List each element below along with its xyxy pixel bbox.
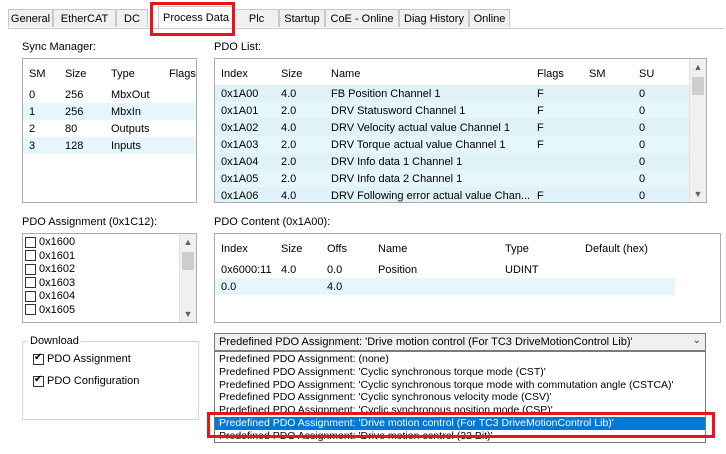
table-row[interactable]: 0x6000:11 4.0 0.0 Position UDINT xyxy=(215,261,675,278)
pdo-content-label: PDO Content (0x1A00): xyxy=(214,216,331,228)
list-item[interactable]: 0x1600 xyxy=(25,236,75,250)
list-item[interactable]: 0x1604 xyxy=(25,290,75,304)
chevron-down-icon: ⌄ xyxy=(692,335,701,346)
tab-general[interactable]: General xyxy=(8,9,53,27)
pdo-assignment-option[interactable]: PDO Assignment xyxy=(33,352,131,365)
tab-online[interactable]: Online xyxy=(469,9,510,27)
pdo-assignment-scrollbar[interactable]: ▲ ▼ xyxy=(179,234,196,322)
download-label: Download xyxy=(28,335,81,347)
checkbox[interactable] xyxy=(25,304,36,316)
list-item[interactable]: 0x1602 xyxy=(25,263,75,277)
tab-ethercat[interactable]: EtherCAT xyxy=(53,9,116,27)
pdo-list-table[interactable]: Index Size Name Flags SM SU 0x1A00 4.0 FB … xyxy=(214,58,707,203)
checkbox-checked[interactable] xyxy=(33,352,44,365)
table-row[interactable]: 0x1A05 2.0 DRV Info data 2 Channel 10 xyxy=(215,170,689,187)
pdo-content-table[interactable]: Index Size Offs Name Type Default (hex) … xyxy=(214,233,721,323)
table-row[interactable]: 2 80 Outputs xyxy=(23,120,196,137)
table-row[interactable]: 0x1A04 2.0 DRV Info data 1 Channel 10 xyxy=(215,153,689,170)
scroll-down-icon[interactable]: ▼ xyxy=(180,306,196,322)
tab-diag-history[interactable]: Diag History xyxy=(399,9,469,27)
checkbox[interactable] xyxy=(25,263,36,275)
annotation-highlight-option xyxy=(207,412,715,438)
list-item[interactable]: 0x1605 xyxy=(25,304,75,318)
scroll-up-icon[interactable]: ▲ xyxy=(690,59,706,75)
predefined-pdo-select[interactable]: Predefined PDO Assignment: 'Drive motion… xyxy=(214,333,706,351)
sync-manager-label: Sync Manager: xyxy=(22,41,96,53)
tab-plc[interactable]: Plc xyxy=(234,9,279,27)
checkbox[interactable] xyxy=(25,236,36,248)
list-item[interactable]: 0x1601 xyxy=(25,250,75,264)
tab-dc[interactable]: DC xyxy=(116,9,148,27)
dropdown-option[interactable]: Predefined PDO Assignment: (none) xyxy=(215,353,705,366)
pdo-configuration-option[interactable]: PDO Configuration xyxy=(33,374,139,387)
tab-coe-online[interactable]: CoE - Online xyxy=(325,9,399,27)
table-row[interactable]: 1 256 MbxIn xyxy=(23,103,196,120)
list-item[interactable]: 0x1603 xyxy=(25,277,75,291)
scroll-down-icon[interactable]: ▼ xyxy=(690,186,706,202)
table-row[interactable]: 0x1A00 4.0 FB Position Channel 1F0 xyxy=(215,85,689,102)
dropdown-option[interactable]: Predefined PDO Assignment: 'Cyclic synch… xyxy=(215,366,705,379)
table-row[interactable]: 0x1A06 4.0 DRV Following error actual valu… xyxy=(215,187,689,202)
pdo-assignment-list[interactable]: 0x1600 0x1601 0x1602 0x1603 0x1604 0x160… xyxy=(22,233,197,323)
checkbox-checked[interactable] xyxy=(33,374,44,387)
table-row[interactable]: 0.0 4.0 xyxy=(215,278,675,295)
scroll-up-icon[interactable]: ▲ xyxy=(180,234,196,250)
checkbox[interactable] xyxy=(25,250,36,262)
table-row[interactable]: 0x1A03 2.0 DRV Torque actual value Channel… xyxy=(215,136,689,153)
scroll-thumb[interactable] xyxy=(692,77,704,95)
table-row[interactable]: 0x1A01 2.0 DRV Statusword Channel 1F0 xyxy=(215,102,689,119)
dropdown-option[interactable]: Predefined PDO Assignment: 'Cyclic synch… xyxy=(215,391,705,404)
sync-manager-table[interactable]: SM Size Type Flags 0 256 MbxOut 1 256 MbxIn … xyxy=(22,58,197,203)
tab-startup[interactable]: Startup xyxy=(279,9,325,27)
pdo-assignment-label: PDO Assignment (0x1C12): xyxy=(22,216,158,228)
table-header: Index Size Offs Name Type Default (hex) xyxy=(221,242,648,255)
dropdown-option[interactable]: Predefined PDO Assignment: 'Cyclic synch… xyxy=(215,379,705,392)
table-row[interactable]: 3 128 Inputs xyxy=(23,137,196,154)
table-header: SM Size Type Flags xyxy=(29,67,196,80)
checkbox[interactable] xyxy=(25,290,36,302)
pdo-list-label: PDO List: xyxy=(214,41,262,53)
pdo-list-scrollbar[interactable]: ▲ ▼ xyxy=(689,59,706,202)
scroll-thumb[interactable] xyxy=(182,252,194,270)
table-row[interactable]: 0 256 MbxOut xyxy=(23,86,196,103)
table-row[interactable]: 0x1A02 4.0 DRV Velocity actual value Chann… xyxy=(215,119,689,136)
annotation-highlight-tab xyxy=(150,2,235,36)
checkbox[interactable] xyxy=(25,277,36,289)
table-header: Index Size Name Flags SM SU xyxy=(221,67,655,80)
